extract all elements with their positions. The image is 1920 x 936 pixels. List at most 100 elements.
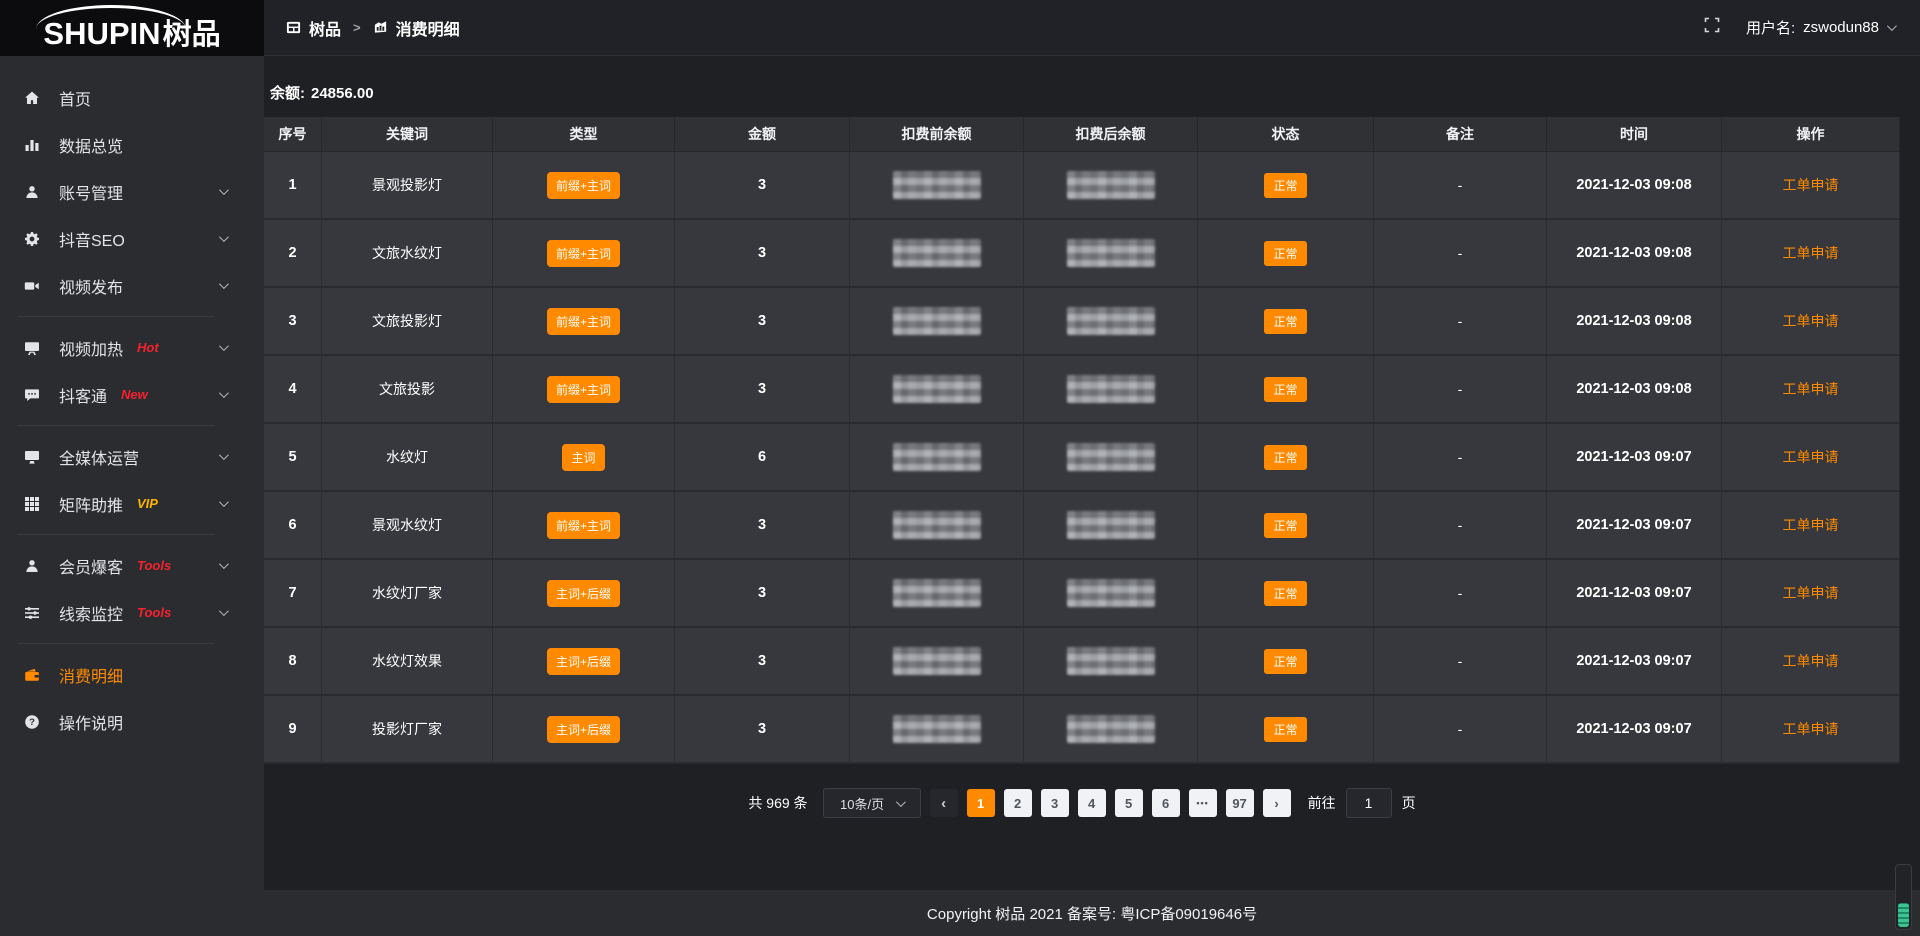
sidebar-item-首页[interactable]: 首页 — [0, 74, 264, 121]
sidebar-item-线索监控[interactable]: 线索监控Tools — [0, 589, 264, 636]
keyword-type-badge: 前缀+主词 — [547, 308, 620, 335]
status-badge: 正常 — [1264, 241, 1306, 266]
sidebar-item-抖音SEO[interactable]: 抖音SEO — [0, 215, 264, 262]
page-button-1[interactable]: 1 — [967, 789, 995, 817]
amount-cell: 3 — [675, 560, 850, 628]
sidebar-item-矩阵助推[interactable]: 矩阵助推VIP — [0, 480, 264, 527]
breadcrumb-item-home[interactable]: 树品 — [309, 16, 341, 40]
grid-icon — [24, 496, 44, 512]
page-button-5[interactable]: 5 — [1115, 789, 1143, 817]
sidebar-item-抖客通[interactable]: 抖客通New — [0, 371, 264, 418]
page-button-4[interactable]: 4 — [1078, 789, 1106, 817]
app-window: SHUPIN树品 树品 > 消费明细 用户名: zswodun88 首页数据总览… — [0, 0, 1920, 936]
remark-cell: - — [1374, 152, 1547, 220]
type-cell: 主词+后缀 — [493, 628, 675, 696]
post-balance-cell — [1024, 288, 1198, 356]
filter-icon — [24, 605, 44, 621]
pre-balance-cell — [850, 628, 1024, 696]
scrollbar-widget[interactable] — [1895, 864, 1912, 930]
fullscreen-icon[interactable] — [1704, 17, 1720, 38]
goto-page-input[interactable] — [1346, 788, 1392, 818]
prev-page-button[interactable]: ‹ — [930, 789, 958, 817]
work-order-link[interactable]: 工单申请 — [1783, 585, 1839, 601]
chevron-down-icon — [896, 797, 906, 807]
username-value: zswodun88 — [1803, 19, 1879, 36]
chevron-down-icon — [219, 341, 229, 351]
sidebar-item-数据总览[interactable]: 数据总览 — [0, 121, 264, 168]
chevron-down-icon — [219, 279, 229, 289]
row-index: 6 — [264, 492, 322, 560]
sidebar-item-label: 数据总览 — [59, 133, 123, 157]
time-cell: 2021-12-03 09:07 — [1547, 424, 1722, 492]
work-order-link[interactable]: 工单申请 — [1783, 245, 1839, 261]
chevron-down-icon — [219, 388, 229, 398]
sidebar-item-label: 视频发布 — [59, 274, 123, 298]
pre-balance-cell — [850, 492, 1024, 560]
status-cell: 正常 — [1198, 424, 1374, 492]
video-camera-icon — [24, 278, 44, 294]
page-ellipsis-button[interactable]: ••• — [1189, 789, 1217, 817]
user-menu[interactable]: 用户名: zswodun88 — [1746, 17, 1894, 38]
user-icon — [24, 184, 44, 200]
status-cell: 正常 — [1198, 356, 1374, 424]
copyright-text: Copyright 树品 2021 备案号: 粤ICP备09019646号 — [927, 903, 1257, 924]
keyword-cell: 景观水纹灯 — [322, 492, 493, 560]
work-order-link[interactable]: 工单申请 — [1783, 653, 1839, 669]
row-index: 8 — [264, 628, 322, 696]
table-row: 8水纹灯效果主词+后缀3正常-2021-12-03 09:07工单申请 — [264, 628, 1900, 696]
chevron-down-icon — [219, 559, 229, 569]
breadcrumb-item-current: 消费明细 — [396, 16, 460, 40]
sidebar-item-账号管理[interactable]: 账号管理 — [0, 168, 264, 215]
row-index: 5 — [264, 424, 322, 492]
work-order-link[interactable]: 工单申请 — [1783, 177, 1839, 193]
question-icon: ? — [24, 714, 44, 730]
next-page-button[interactable]: › — [1263, 789, 1291, 817]
time-cell: 2021-12-03 09:07 — [1547, 628, 1722, 696]
status-cell: 正常 — [1198, 560, 1374, 628]
table-header-row: 序号关键词类型金额扣费前余额扣费后余额状态备注时间操作 — [264, 117, 1900, 152]
sidebar-item-会员爆客[interactable]: 会员爆客Tools — [0, 542, 264, 589]
status-badge: 正常 — [1264, 581, 1306, 606]
action-cell: 工单申请 — [1722, 560, 1900, 628]
sidebar-item-消费明细[interactable]: 消费明细 — [0, 651, 264, 698]
sidebar-item-label: 全媒体运营 — [59, 445, 139, 469]
remark-cell: - — [1374, 424, 1547, 492]
column-header-8: 时间 — [1547, 117, 1722, 152]
work-order-link[interactable]: 工单申请 — [1783, 721, 1839, 737]
scrollbar-thumb[interactable] — [1898, 903, 1909, 927]
remark-cell: - — [1374, 696, 1547, 764]
sidebar-item-label: 抖音SEO — [59, 227, 125, 251]
type-cell: 主词 — [493, 424, 675, 492]
blurred-balance-value — [1067, 239, 1155, 267]
table-row: 5水纹灯主词6正常-2021-12-03 09:07工单申请 — [264, 424, 1900, 492]
blurred-balance-value — [893, 715, 981, 743]
sidebar-item-label: 账号管理 — [59, 180, 123, 204]
type-cell: 前缀+主词 — [493, 288, 675, 356]
detail-icon — [373, 20, 388, 35]
page-button-3[interactable]: 3 — [1041, 789, 1069, 817]
sidebar-item-视频发布[interactable]: 视频发布 — [0, 262, 264, 309]
pre-balance-cell — [850, 288, 1024, 356]
panel-icon — [286, 20, 301, 35]
post-balance-cell — [1024, 152, 1198, 220]
table-row: 7水纹灯厂家主词+后缀3正常-2021-12-03 09:07工单申请 — [264, 560, 1900, 628]
sidebar-item-label: 抖客通 — [59, 383, 107, 407]
page-button-97[interactable]: 97 — [1226, 789, 1254, 817]
page-size-select[interactable]: 10条/页 — [823, 788, 921, 818]
sidebar-item-操作说明[interactable]: ?操作说明 — [0, 698, 264, 745]
work-order-link[interactable]: 工单申请 — [1783, 517, 1839, 533]
post-balance-cell — [1024, 356, 1198, 424]
svg-text:?: ? — [29, 717, 35, 728]
work-order-link[interactable]: 工单申请 — [1783, 449, 1839, 465]
work-order-link[interactable]: 工单申请 — [1783, 313, 1839, 329]
sidebar-item-全媒体运营[interactable]: 全媒体运营 — [0, 433, 264, 480]
sidebar-item-视频加热[interactable]: 视频加热Hot — [0, 324, 264, 371]
page-button-2[interactable]: 2 — [1004, 789, 1032, 817]
time-cell: 2021-12-03 09:07 — [1547, 696, 1722, 764]
page-button-6[interactable]: 6 — [1152, 789, 1180, 817]
sidebar-divider — [18, 643, 214, 644]
sidebar-item-label: 首页 — [59, 86, 91, 110]
amount-cell: 3 — [675, 492, 850, 560]
logo-arc-decoration — [36, 5, 186, 29]
work-order-link[interactable]: 工单申请 — [1783, 381, 1839, 397]
